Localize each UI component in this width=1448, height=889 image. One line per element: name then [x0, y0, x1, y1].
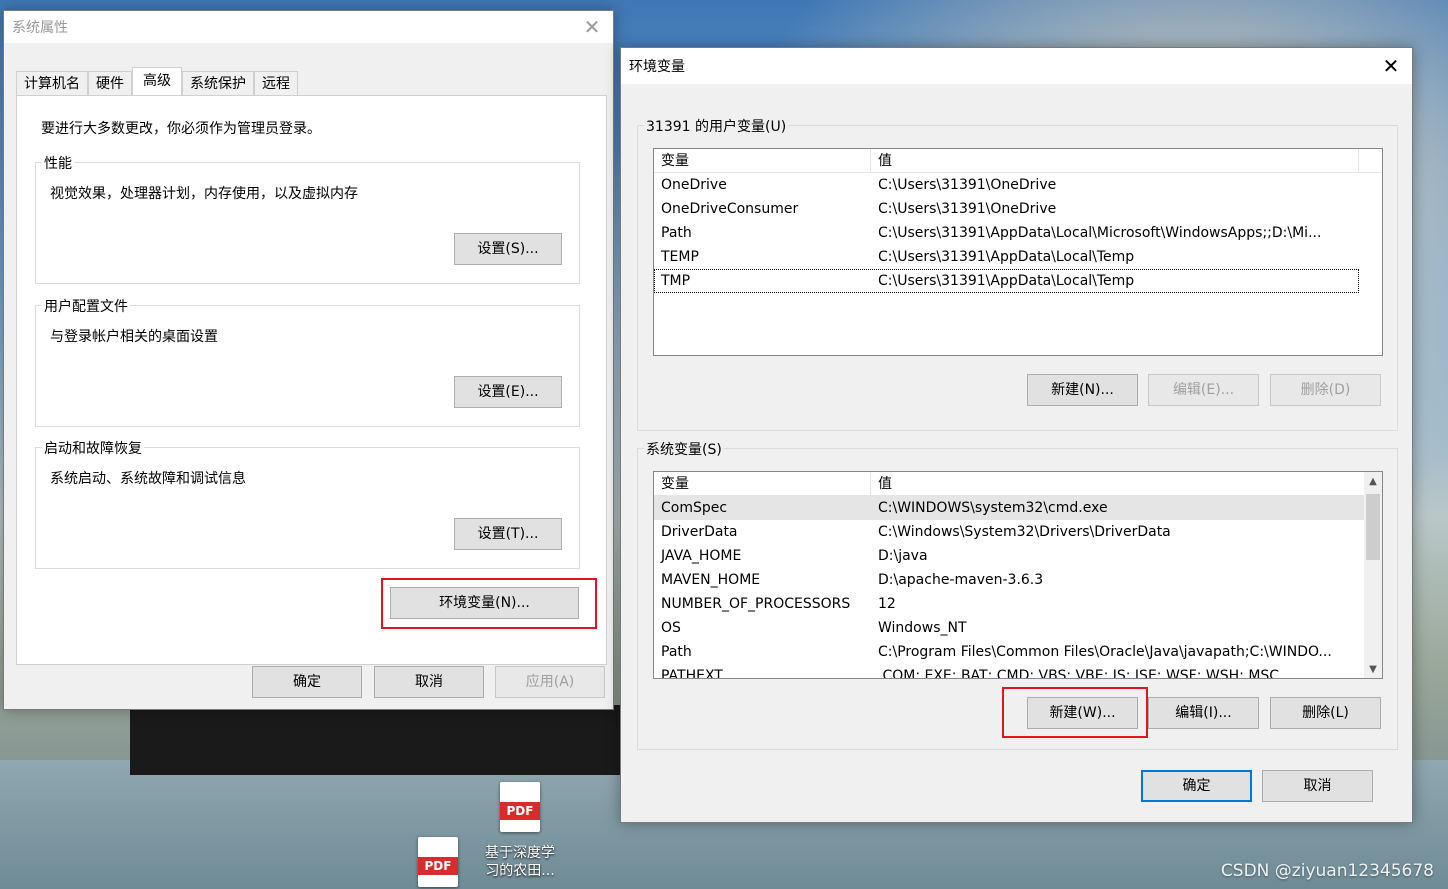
close-icon[interactable]: ✕ — [571, 11, 613, 43]
tab-computer-name[interactable]: 计算机名 — [16, 71, 88, 96]
sysprops-title: 系统属性 — [12, 20, 68, 36]
environment-variables-window: 环境变量 ✕ 31391 的用户变量(U) 变量 值 OneDrive C:\U… — [620, 47, 1413, 823]
system-delete-button[interactable]: 删除(L) — [1270, 697, 1381, 729]
tab-advanced[interactable]: 高级 — [132, 67, 182, 96]
column-header-value[interactable]: 值 — [871, 149, 1359, 172]
highlight-box — [381, 578, 597, 629]
table-row[interactable]: MAVEN_HOME D:\apache-maven-3.6.3 — [654, 568, 1382, 592]
tab-system-protection[interactable]: 系统保护 — [182, 71, 254, 96]
system-edit-button[interactable]: 编辑(I)... — [1148, 697, 1259, 729]
advanced-tab-panel: 要进行大多数更改，你必须作为管理员登录。 性能 视觉效果，处理器计划，内存使用，… — [16, 95, 607, 665]
user-profiles-desc: 与登录帐户相关的桌面设置 — [50, 329, 218, 345]
chevron-down-icon[interactable]: ▼ — [1364, 660, 1382, 678]
startup-recovery-desc: 系统启动、系统故障和调试信息 — [50, 471, 246, 487]
sysprops-tabs: 计算机名 硬件 高级 系统保护 远程 — [16, 67, 298, 96]
watermark: CSDN @ziyuan12345678 — [1220, 861, 1434, 881]
user-variables-list[interactable]: 变量 值 OneDrive C:\Users\31391\OneDrive On… — [653, 148, 1383, 356]
system-properties-window: 系统属性 ✕ 计算机名 硬件 高级 系统保护 远程 要进行大多数更改，你必须作为… — [3, 10, 614, 710]
ok-button[interactable]: 确定 — [252, 666, 362, 698]
pdf-file-icon: PDF — [418, 837, 458, 887]
user-delete-button[interactable]: 删除(D) — [1270, 374, 1381, 406]
performance-desc: 视觉效果，处理器计划，内存使用，以及虚拟内存 — [50, 186, 358, 202]
column-header-value[interactable]: 值 — [871, 472, 1359, 495]
table-row[interactable]: OneDriveConsumer C:\Users\31391\OneDrive — [654, 197, 1382, 221]
user-variables-group: 31391 的用户变量(U) 变量 值 OneDrive C:\Users\31… — [637, 116, 1398, 431]
table-row[interactable]: NUMBER_OF_PROCESSORS 12 — [654, 592, 1382, 616]
desktop-pdf-icon-2[interactable]: PDF — [398, 837, 478, 887]
performance-label: 性能 — [42, 153, 74, 173]
system-variables-scrollbar[interactable]: ▲ ▼ — [1364, 472, 1382, 678]
table-row[interactable]: Path C:\Users\31391\AppData\Local\Micros… — [654, 221, 1382, 245]
list-header: 变量 值 — [654, 149, 1382, 173]
user-new-button[interactable]: 新建(N)... — [1027, 374, 1138, 406]
cancel-button[interactable]: 取消 — [374, 666, 484, 698]
table-row[interactable]: OS Windows_NT — [654, 616, 1382, 640]
admin-note: 要进行大多数更改，你必须作为管理员登录。 — [41, 121, 321, 137]
background-window — [130, 705, 620, 775]
performance-settings-button[interactable]: 设置(S)... — [454, 233, 562, 265]
user-variables-label: 31391 的用户变量(U) — [644, 116, 789, 136]
highlight-box — [1002, 687, 1148, 738]
column-header-variable[interactable]: 变量 — [654, 472, 871, 495]
tab-remote[interactable]: 远程 — [254, 71, 298, 96]
ok-button[interactable]: 确定 — [1141, 770, 1252, 802]
table-row[interactable]: Path C:\Program Files\Common Files\Oracl… — [654, 640, 1382, 664]
table-row[interactable]: JAVA_HOME D:\java — [654, 544, 1382, 568]
performance-group: 性能 视觉效果，处理器计划，内存使用，以及虚拟内存 设置(S)... — [35, 153, 580, 284]
startup-recovery-settings-button[interactable]: 设置(T)... — [454, 518, 562, 550]
envvars-titlebar[interactable]: 环境变量 ✕ — [621, 48, 1412, 84]
system-variables-group: 系统变量(S) 变量 值 ComSpec C:\WINDOWS\system32… — [637, 439, 1398, 750]
list-header: 变量 值 — [654, 472, 1364, 496]
apply-button[interactable]: 应用(A) — [495, 666, 605, 698]
column-header-variable[interactable]: 变量 — [654, 149, 871, 172]
desktop-pdf-icon[interactable]: PDF 基于深度学 习的农田... — [480, 782, 560, 880]
desktop-icon-label-line2: 习的农田... — [485, 863, 555, 879]
user-profiles-label: 用户配置文件 — [42, 296, 130, 316]
table-row[interactable]: TEMP C:\Users\31391\AppData\Local\Temp — [654, 245, 1382, 269]
table-row[interactable]: PATHEXT .COM;.EXE;.BAT;.CMD;.VBS;.VBE;.J… — [654, 664, 1382, 678]
system-variables-label: 系统变量(S) — [644, 439, 724, 459]
cancel-button[interactable]: 取消 — [1262, 770, 1373, 802]
system-variables-list[interactable]: 变量 值 ComSpec C:\WINDOWS\system32\cmd.exe… — [653, 471, 1383, 679]
tab-hardware[interactable]: 硬件 — [88, 71, 132, 96]
chevron-up-icon[interactable]: ▲ — [1364, 472, 1382, 490]
startup-recovery-group: 启动和故障恢复 系统启动、系统故障和调试信息 设置(T)... — [35, 438, 580, 569]
user-profiles-group: 用户配置文件 与登录帐户相关的桌面设置 设置(E)... — [35, 296, 580, 427]
startup-recovery-label: 启动和故障恢复 — [42, 438, 144, 458]
user-profiles-settings-button[interactable]: 设置(E)... — [454, 376, 562, 408]
envvars-title: 环境变量 — [629, 59, 685, 75]
sysprops-titlebar[interactable]: 系统属性 ✕ — [4, 11, 613, 43]
close-icon[interactable]: ✕ — [1370, 48, 1412, 84]
table-row[interactable]: DriverData C:\Windows\System32\Drivers\D… — [654, 520, 1382, 544]
table-row[interactable]: OneDrive C:\Users\31391\OneDrive — [654, 173, 1382, 197]
table-row[interactable]: TMP C:\Users\31391\AppData\Local\Temp — [654, 269, 1359, 293]
user-edit-button[interactable]: 编辑(E)... — [1148, 374, 1259, 406]
pdf-file-icon: PDF — [500, 782, 540, 832]
scrollbar-thumb[interactable] — [1366, 494, 1380, 560]
desktop-icon-label-line1: 基于深度学 — [485, 845, 555, 861]
table-row[interactable]: ComSpec C:\WINDOWS\system32\cmd.exe — [654, 496, 1364, 520]
